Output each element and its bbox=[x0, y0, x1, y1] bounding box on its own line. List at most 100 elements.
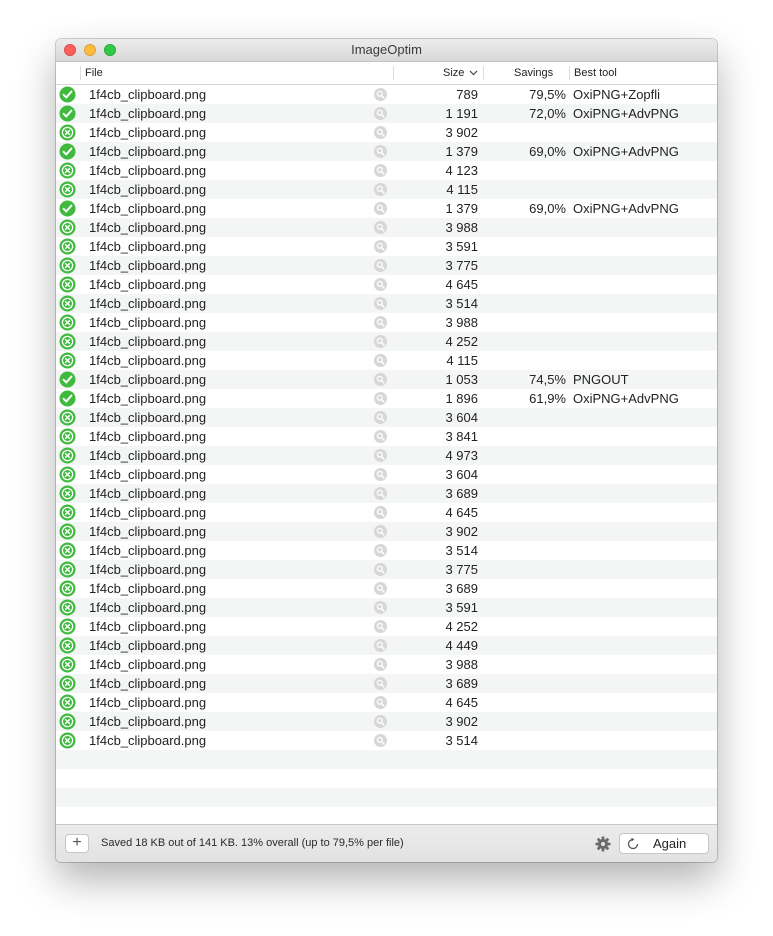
magnifier-icon[interactable] bbox=[374, 373, 387, 386]
savings-value bbox=[486, 579, 566, 598]
table-row[interactable]: 1f4cb_clipboard.png 1 053 74,5% PNGOUT bbox=[56, 370, 717, 389]
refresh-icon bbox=[627, 837, 639, 850]
magnifier-icon[interactable] bbox=[374, 335, 387, 348]
magnifier-icon[interactable] bbox=[374, 449, 387, 462]
table-row[interactable]: 1f4cb_clipboard.png 3 988 bbox=[56, 313, 717, 332]
gear-icon[interactable] bbox=[595, 836, 611, 852]
table-row[interactable]: 1f4cb_clipboard.png 3 902 bbox=[56, 123, 717, 142]
magnifier-icon[interactable] bbox=[374, 183, 387, 196]
table-row[interactable]: 1f4cb_clipboard.png 1 379 69,0% OxiPNG+AdvP… bbox=[56, 142, 717, 161]
check-circle-icon bbox=[59, 143, 76, 160]
table-row[interactable]: 1f4cb_clipboard.png 3 841 bbox=[56, 427, 717, 446]
column-header-best-tool[interactable]: Best tool bbox=[574, 62, 617, 84]
magnifier-icon[interactable] bbox=[374, 88, 387, 101]
magnifier-icon[interactable] bbox=[374, 544, 387, 557]
table-row[interactable]: 1f4cb_clipboard.png 4 645 bbox=[56, 275, 717, 294]
magnifier-icon[interactable] bbox=[374, 601, 387, 614]
table-row[interactable]: 1f4cb_clipboard.png 3 988 bbox=[56, 655, 717, 674]
savings-value bbox=[486, 446, 566, 465]
file-size: 4 252 bbox=[445, 619, 478, 634]
magnifier-icon[interactable] bbox=[374, 278, 387, 291]
column-header-file[interactable]: File bbox=[85, 62, 103, 84]
magnifier-icon[interactable] bbox=[374, 240, 387, 253]
table-row[interactable]: 1f4cb_clipboard.png 4 252 bbox=[56, 332, 717, 351]
table-row[interactable]: 1f4cb_clipboard.png 4 115 bbox=[56, 180, 717, 199]
savings-value bbox=[486, 674, 566, 693]
again-button[interactable]: Again bbox=[619, 833, 709, 854]
magnifier-icon[interactable] bbox=[374, 107, 387, 120]
magnifier-icon[interactable] bbox=[374, 582, 387, 595]
savings-value: 69,0% bbox=[529, 201, 566, 216]
table-row[interactable]: 1f4cb_clipboard.png 3 689 bbox=[56, 674, 717, 693]
column-header-size-label: Size bbox=[443, 67, 465, 79]
magnifier-icon[interactable] bbox=[374, 221, 387, 234]
magnifier-icon[interactable] bbox=[374, 658, 387, 671]
magnifier-icon[interactable] bbox=[374, 316, 387, 329]
magnifier-icon[interactable] bbox=[374, 677, 387, 690]
best-tool-value: OxiPNG+AdvPNG bbox=[573, 201, 679, 216]
file-name: 1f4cb_clipboard.png bbox=[89, 638, 207, 653]
table-row[interactable]: 1f4cb_clipboard.png 1 379 69,0% OxiPNG+AdvP… bbox=[56, 199, 717, 218]
title-bar[interactable]: ImageOptim bbox=[56, 39, 717, 62]
add-files-button[interactable]: + bbox=[65, 834, 89, 853]
file-size: 3 988 bbox=[445, 220, 478, 235]
table-row[interactable]: 1f4cb_clipboard.png 1 896 61,9% OxiPNG+AdvP… bbox=[56, 389, 717, 408]
magnifier-icon[interactable] bbox=[374, 563, 387, 576]
table-row[interactable]: 1f4cb_clipboard.png 789 79,5% OxiPNG+Zopfli bbox=[56, 85, 717, 104]
table-row[interactable]: 1f4cb_clipboard.png 3 604 bbox=[56, 408, 717, 427]
magnifier-icon[interactable] bbox=[374, 715, 387, 728]
table-row[interactable]: 1f4cb_clipboard.png 3 591 bbox=[56, 598, 717, 617]
file-name: 1f4cb_clipboard.png bbox=[89, 505, 207, 520]
magnifier-icon[interactable] bbox=[374, 639, 387, 652]
table-row[interactable]: 1f4cb_clipboard.png 4 449 bbox=[56, 636, 717, 655]
magnifier-icon[interactable] bbox=[374, 525, 387, 538]
table-row[interactable]: 1f4cb_clipboard.png 4 645 bbox=[56, 693, 717, 712]
x-circle-icon bbox=[59, 447, 76, 464]
table-row[interactable]: 1f4cb_clipboard.png 3 689 bbox=[56, 484, 717, 503]
magnifier-icon[interactable] bbox=[374, 411, 387, 424]
magnifier-icon[interactable] bbox=[374, 126, 387, 139]
savings-value bbox=[486, 332, 566, 351]
table-row[interactable]: 1f4cb_clipboard.png 3 514 bbox=[56, 294, 717, 313]
table-row[interactable]: 1f4cb_clipboard.png 3 902 bbox=[56, 522, 717, 541]
table-row[interactable]: 1f4cb_clipboard.png 4 252 bbox=[56, 617, 717, 636]
file-size: 1 896 bbox=[445, 391, 478, 406]
table-row[interactable]: 1f4cb_clipboard.png 4 645 bbox=[56, 503, 717, 522]
magnifier-icon[interactable] bbox=[374, 297, 387, 310]
table-row[interactable]: 1f4cb_clipboard.png 4 123 bbox=[56, 161, 717, 180]
table-row[interactable]: 1f4cb_clipboard.png 3 988 bbox=[56, 218, 717, 237]
magnifier-icon[interactable] bbox=[374, 259, 387, 272]
table-row[interactable]: 1f4cb_clipboard.png 3 902 bbox=[56, 712, 717, 731]
table-row[interactable]: 1f4cb_clipboard.png 4 115 bbox=[56, 351, 717, 370]
column-header-savings[interactable]: Savings bbox=[514, 62, 553, 84]
file-name: 1f4cb_clipboard.png bbox=[89, 220, 207, 235]
magnifier-icon[interactable] bbox=[374, 487, 387, 500]
magnifier-icon[interactable] bbox=[374, 506, 387, 519]
table-row[interactable]: 1f4cb_clipboard.png 3 775 bbox=[56, 256, 717, 275]
magnifier-icon[interactable] bbox=[374, 620, 387, 633]
table-row[interactable]: 1f4cb_clipboard.png 3 689 bbox=[56, 579, 717, 598]
magnifier-icon[interactable] bbox=[374, 145, 387, 158]
table-row[interactable]: 1f4cb_clipboard.png 3 591 bbox=[56, 237, 717, 256]
table-row[interactable]: 1f4cb_clipboard.png 3 604 bbox=[56, 465, 717, 484]
table-row[interactable]: 1f4cb_clipboard.png 3 514 bbox=[56, 541, 717, 560]
magnifier-icon[interactable] bbox=[374, 392, 387, 405]
magnifier-icon[interactable] bbox=[374, 354, 387, 367]
table-row[interactable]: 1f4cb_clipboard.png 4 973 bbox=[56, 446, 717, 465]
magnifier-icon[interactable] bbox=[374, 468, 387, 481]
file-size: 1 053 bbox=[445, 372, 478, 387]
savings-value bbox=[486, 522, 566, 541]
table-row[interactable]: 1f4cb_clipboard.png 3 775 bbox=[56, 560, 717, 579]
table-row[interactable]: 1f4cb_clipboard.png 3 514 bbox=[56, 731, 717, 750]
best-tool-value: OxiPNG+AdvPNG bbox=[573, 106, 679, 121]
x-circle-icon bbox=[59, 181, 76, 198]
savings-value bbox=[486, 503, 566, 522]
magnifier-icon[interactable] bbox=[374, 164, 387, 177]
magnifier-icon[interactable] bbox=[374, 202, 387, 215]
magnifier-icon[interactable] bbox=[374, 430, 387, 443]
magnifier-icon[interactable] bbox=[374, 696, 387, 709]
file-name: 1f4cb_clipboard.png bbox=[89, 391, 207, 406]
table-row[interactable]: 1f4cb_clipboard.png 1 191 72,0% OxiPNG+AdvP… bbox=[56, 104, 717, 123]
column-header-size[interactable]: Size bbox=[443, 62, 478, 84]
magnifier-icon[interactable] bbox=[374, 734, 387, 747]
